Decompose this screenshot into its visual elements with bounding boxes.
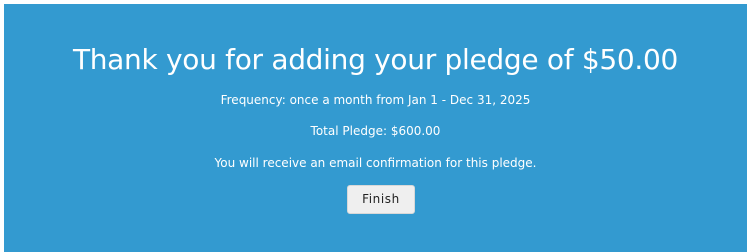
confirmation-title: Thank you for adding your pledge of $50.… bbox=[72, 43, 679, 76]
total-pledge-text: Total Pledge: $600.00 bbox=[310, 124, 441, 138]
email-confirmation-notice: You will receive an email confirmation f… bbox=[214, 156, 537, 170]
pledge-confirmation-panel: Thank you for adding your pledge of $50.… bbox=[4, 4, 747, 252]
pledge-frequency-text: Frequency: once a month from Jan 1 - Dec… bbox=[220, 93, 531, 107]
finish-button[interactable]: Finish bbox=[347, 185, 415, 214]
